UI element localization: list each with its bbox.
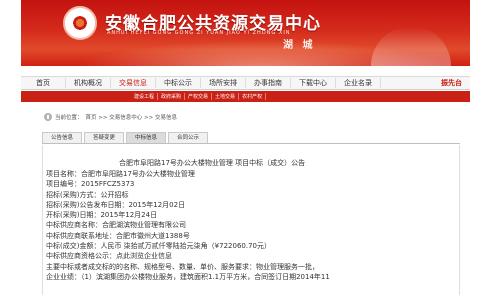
subnav-item-land[interactable]: 土地交易 [212, 93, 240, 100]
subnav-item-procurement[interactable]: 政府采购 [158, 93, 186, 100]
nav-item-trade-info[interactable]: 交易信息 [111, 78, 156, 88]
nav-item-download[interactable]: 下载中心 [291, 78, 336, 88]
banner-skyline [371, 26, 451, 66]
nav-item-about[interactable]: 机构概况 [66, 78, 111, 88]
subnav-item-construction[interactable]: 建设工程 [131, 93, 159, 100]
line-supplier-qualification[interactable]: 中标供应商资格公示：点此浏览企业信息 [46, 251, 456, 261]
banner-slogan: 湖 城 [283, 40, 316, 51]
nav-item-directory[interactable]: 企业名录 [336, 78, 381, 88]
tab-announcements[interactable]: 公告信息 [42, 132, 83, 143]
nav-item-guide[interactable]: 办事指南 [246, 78, 291, 88]
nav-item-home[interactable]: 首页 [21, 78, 66, 88]
tab-award-info[interactable]: 中标信息 [126, 132, 167, 143]
main-nav: 首页 机构概况 交易信息 中标公示 场所安排 办事指南 下载中心 企业名录 振先… [21, 76, 470, 90]
nav-brand: 振先台 [441, 79, 462, 87]
article-title: 合肥市阜阳路17号办公大楼物业管理 项目中标（成交）公告 [119, 159, 306, 167]
line-open-date: 开标(采购)日期：2015年12月24日 [46, 211, 158, 220]
tab-qa-changes[interactable]: 答疑变更 [84, 132, 125, 143]
nav-item-award[interactable]: 中标公示 [156, 78, 201, 88]
article-body: 项目名称：合肥市阜阳路17号办公大楼物业管理 项目编号：2015FFCZ5373… [46, 169, 456, 282]
sub-nav: 建设工程 政府采购 产权交易 土地交易 农村产权 [21, 91, 470, 102]
tab-contracts[interactable]: 合同公示 [168, 132, 209, 143]
info-tabs: 公告信息 答疑变更 中标信息 合同公示 [42, 132, 460, 144]
line-award-amount: 中标(成交)金额：人民币 柒拾贰万贰仟零陆拾元柒角（¥722060.70元） [46, 242, 271, 251]
subnav-item-rural[interactable]: 农村产权 [239, 93, 267, 100]
line-supplier-address: 中标供应商联系地址：合肥市徽州大道1388号 [46, 231, 190, 240]
location-icon [44, 113, 52, 121]
site-logo-icon[interactable] [63, 6, 97, 40]
breadcrumb-label: 当前位置： [55, 115, 83, 121]
breadcrumb-path[interactable]: 首页 >> 交易信息中心 >> 交易信息 [86, 113, 177, 121]
nav-item-venue[interactable]: 场所安排 [201, 78, 246, 88]
line-supplier-name: 中标供应商名称：合肥湖滨物业管理有限公司 [46, 221, 186, 230]
line-service-items: 主要中标或者成交标的的名称、规格型号、数量、单价、服务要求：物业管理服务一批， [46, 262, 319, 271]
article: 合肥市阜阳路17号办公大楼物业管理 项目中标（成交）公告 项目名称：合肥市阜阳路… [42, 145, 460, 295]
breadcrumb: 当前位置： 首页 >> 交易信息中心 >> 交易信息 [44, 111, 177, 123]
header-banner: 安徽合肥公共资源交易中心 ANHUI HEFEI GONG GONG ZI YU… [21, 0, 470, 66]
line-publish-date: 招标(采购)公告发布日期：2015年12月02日 [46, 200, 186, 209]
line-project-name: 项目名称：合肥市阜阳路17号办公大楼物业管理 [46, 170, 195, 178]
line-performance: 企业业绩：（1）滨湖集团办公楼物业服务，建筑面积1.1万平方米，合同签订日期20… [46, 272, 330, 281]
line-method: 招标(采购)方式：公开招标 [46, 190, 129, 199]
site-subtitle: ANHUI HEFEI GONG GONG ZI YUAN JIAO YI ZH… [107, 30, 291, 36]
line-project-number: 项目编号：2015FFCZ5373 [46, 180, 135, 189]
subnav-item-property[interactable]: 产权交易 [185, 93, 213, 100]
